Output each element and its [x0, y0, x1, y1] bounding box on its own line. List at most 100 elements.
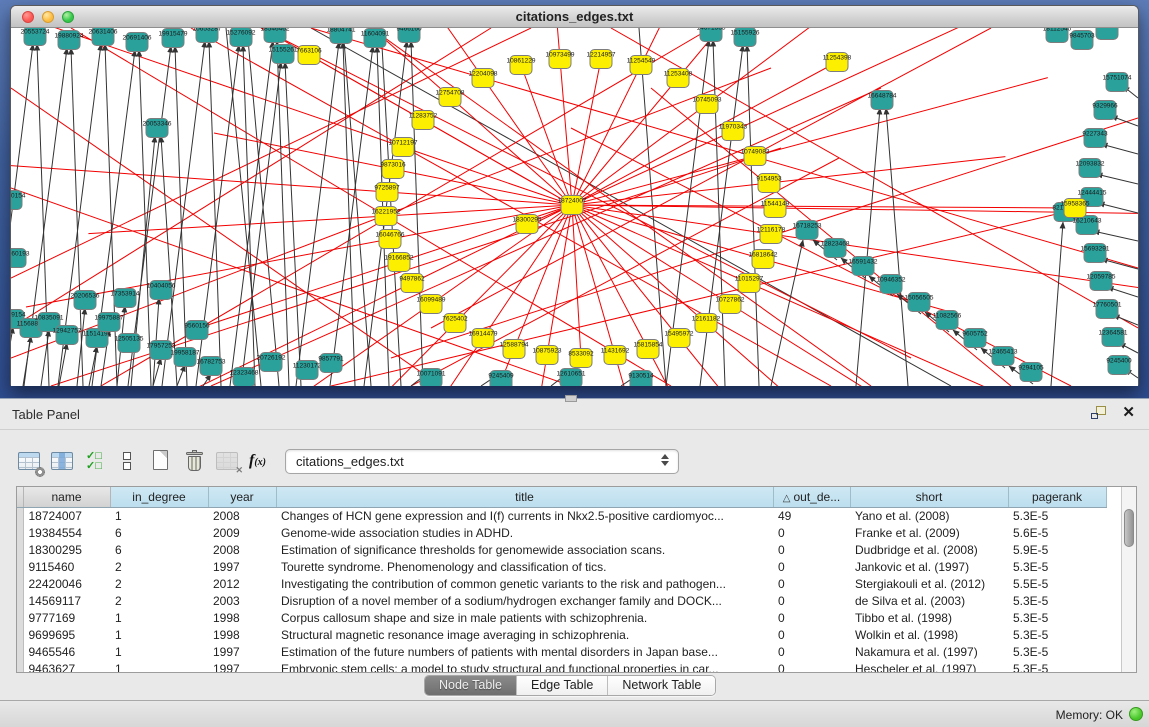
edge[interactable] — [311, 28, 1138, 268]
column-header-year[interactable]: year — [208, 487, 276, 507]
cell-year[interactable]: 2008 — [208, 541, 276, 558]
cell-short[interactable]: Tibbo et al. (1998) — [850, 609, 1008, 626]
cell-title[interactable]: Estimation of significance thresholds fo… — [276, 541, 773, 558]
edge[interactable] — [706, 323, 867, 386]
edge[interactable] — [412, 205, 572, 283]
cell-out_degree[interactable]: 0 — [773, 558, 850, 575]
cell-year[interactable]: 2012 — [208, 575, 276, 592]
cell-year[interactable]: 2009 — [208, 524, 276, 541]
column-header-name[interactable]: name — [23, 487, 110, 507]
edge[interactable] — [277, 41, 289, 386]
table-mode-button[interactable] — [18, 449, 43, 475]
edge[interactable] — [261, 28, 911, 358]
tab-node-table[interactable]: Node Table — [425, 676, 517, 695]
close-panel-icon[interactable]: ✕ — [1122, 406, 1135, 419]
table-row[interactable]: 946554611997Estimation of the future num… — [17, 643, 1106, 660]
cell-short[interactable]: Yano et al. (2008) — [850, 507, 1008, 524]
network-canvas[interactable]: 2055372419880924206314062069140619915479… — [11, 28, 1138, 386]
cell-title[interactable]: Embryonic stem cells: a model to study s… — [276, 660, 773, 673]
cell-title[interactable]: Structural magnetic resonance image aver… — [276, 626, 773, 643]
table-row[interactable]: 1872400712008Changes of HCN gene express… — [17, 507, 1106, 524]
scrollbar-thumb[interactable] — [1124, 509, 1134, 547]
cell-pagerank[interactable]: 5.3E-5 — [1008, 643, 1106, 660]
cell-title[interactable]: Corpus callosum shape and size in male p… — [276, 609, 773, 626]
new-column-button[interactable] — [150, 449, 175, 475]
cell-title[interactable]: Tourette syndrome. Phenomenology and cla… — [276, 558, 773, 575]
edge[interactable] — [11, 28, 531, 278]
cell-in_degree[interactable]: 1 — [110, 660, 208, 673]
cell-in_degree[interactable]: 1 — [110, 643, 208, 660]
edge[interactable] — [177, 365, 185, 386]
network-view[interactable]: 2055372419880924206314062069140619915479… — [11, 28, 1138, 386]
cell-title[interactable]: Investigating the contribution of common… — [276, 575, 773, 592]
float-panel-icon[interactable] — [1091, 406, 1106, 419]
cell-in_degree[interactable]: 1 — [110, 507, 208, 524]
edge[interactable] — [230, 41, 273, 386]
table-scrollbar[interactable] — [1121, 487, 1136, 672]
cell-pagerank[interactable]: 5.3E-5 — [1008, 507, 1106, 524]
cell-in_degree[interactable]: 2 — [110, 592, 208, 609]
edge[interactable] — [1096, 174, 1138, 184]
edge[interactable] — [175, 46, 187, 386]
cell-pagerank[interactable]: 5.3E-5 — [1008, 558, 1106, 575]
network-node[interactable] — [1096, 28, 1118, 40]
cell-in_degree[interactable]: 6 — [110, 524, 208, 541]
edge[interactable] — [572, 59, 601, 205]
cell-out_degree[interactable]: 0 — [773, 609, 850, 626]
tab-edge-table[interactable]: Edge Table — [517, 676, 608, 695]
window-titlebar[interactable]: citations_edges.txt — [11, 6, 1138, 28]
column-header-short[interactable]: short — [850, 487, 1008, 507]
edge[interactable] — [1101, 259, 1138, 269]
cell-out_degree[interactable]: 0 — [773, 643, 850, 660]
edge[interactable] — [343, 42, 355, 386]
edge[interactable] — [11, 327, 13, 386]
cell-in_degree[interactable]: 6 — [110, 541, 208, 558]
cell-title[interactable]: Estimation of the future numbers of pati… — [276, 643, 773, 660]
cell-in_degree[interactable]: 2 — [110, 558, 208, 575]
cell-short[interactable]: Hescheler et al. (1997) — [850, 660, 1008, 673]
edge[interactable] — [572, 104, 707, 205]
cell-out_degree[interactable]: 49 — [773, 507, 850, 524]
edge[interactable] — [1051, 222, 1063, 386]
tab-network-table[interactable]: Network Table — [608, 676, 715, 695]
cell-year[interactable]: 1998 — [208, 626, 276, 643]
edge[interactable] — [572, 183, 769, 205]
table-row[interactable]: 2242004622012Investigating the contribut… — [17, 575, 1106, 592]
cell-title[interactable]: Disruption of a novel member of a sodium… — [276, 592, 773, 609]
edge[interactable] — [1101, 144, 1138, 154]
cell-out_degree[interactable]: 0 — [773, 660, 850, 673]
memory-ok-indicator[interactable] — [1129, 707, 1143, 721]
cell-pagerank[interactable]: 5.3E-5 — [1008, 592, 1106, 609]
edge[interactable] — [679, 338, 872, 386]
cell-short[interactable]: Jankovic et al. (1997) — [850, 558, 1008, 575]
cell-out_degree[interactable]: 0 — [773, 575, 850, 592]
cell-pagerank[interactable]: 5.3E-5 — [1008, 609, 1106, 626]
cell-year[interactable]: 1998 — [208, 609, 276, 626]
table-row[interactable]: 946362711997Embryonic stem cells: a mode… — [17, 660, 1106, 673]
cell-title[interactable]: Changes of HCN gene expression and I(f) … — [276, 507, 773, 524]
edge[interactable] — [23, 336, 31, 386]
table-row[interactable]: 969969511998Structural magnetic resonanc… — [17, 626, 1106, 643]
function-builder-button[interactable]: f(x) — [249, 449, 274, 475]
network-window[interactable]: citations_edges.txt 20553724198809242063… — [10, 5, 1139, 386]
cell-short[interactable]: Wolkin et al. (1998) — [850, 626, 1008, 643]
cell-name[interactable]: 22420046 — [23, 575, 110, 592]
cell-short[interactable]: Franke et al. (2009) — [850, 524, 1008, 541]
cell-in_degree[interactable]: 1 — [110, 609, 208, 626]
cells-view-button[interactable] — [117, 449, 142, 475]
table-row[interactable]: 1456911722003Disruption of a novel membe… — [17, 592, 1106, 609]
edge[interactable] — [1098, 203, 1138, 213]
edge[interactable] — [572, 205, 581, 358]
edge[interactable] — [483, 78, 572, 205]
edge[interactable] — [572, 205, 763, 259]
delete-table-button[interactable]: ✕ — [216, 449, 241, 475]
table-row[interactable]: 1830029562008Estimation of significance … — [17, 541, 1106, 558]
cell-out_degree[interactable]: 0 — [773, 592, 850, 609]
cell-name[interactable]: 9465546 — [23, 643, 110, 660]
cell-short[interactable]: Stergiakouli et al. (2012) — [850, 575, 1008, 592]
select-rows-button[interactable]: ✓□✓□ — [84, 449, 109, 475]
cell-year[interactable]: 2003 — [208, 592, 276, 609]
edge[interactable] — [226, 28, 261, 386]
cell-pagerank[interactable]: 5.6E-5 — [1008, 524, 1106, 541]
cell-name[interactable]: 19384554 — [23, 524, 110, 541]
